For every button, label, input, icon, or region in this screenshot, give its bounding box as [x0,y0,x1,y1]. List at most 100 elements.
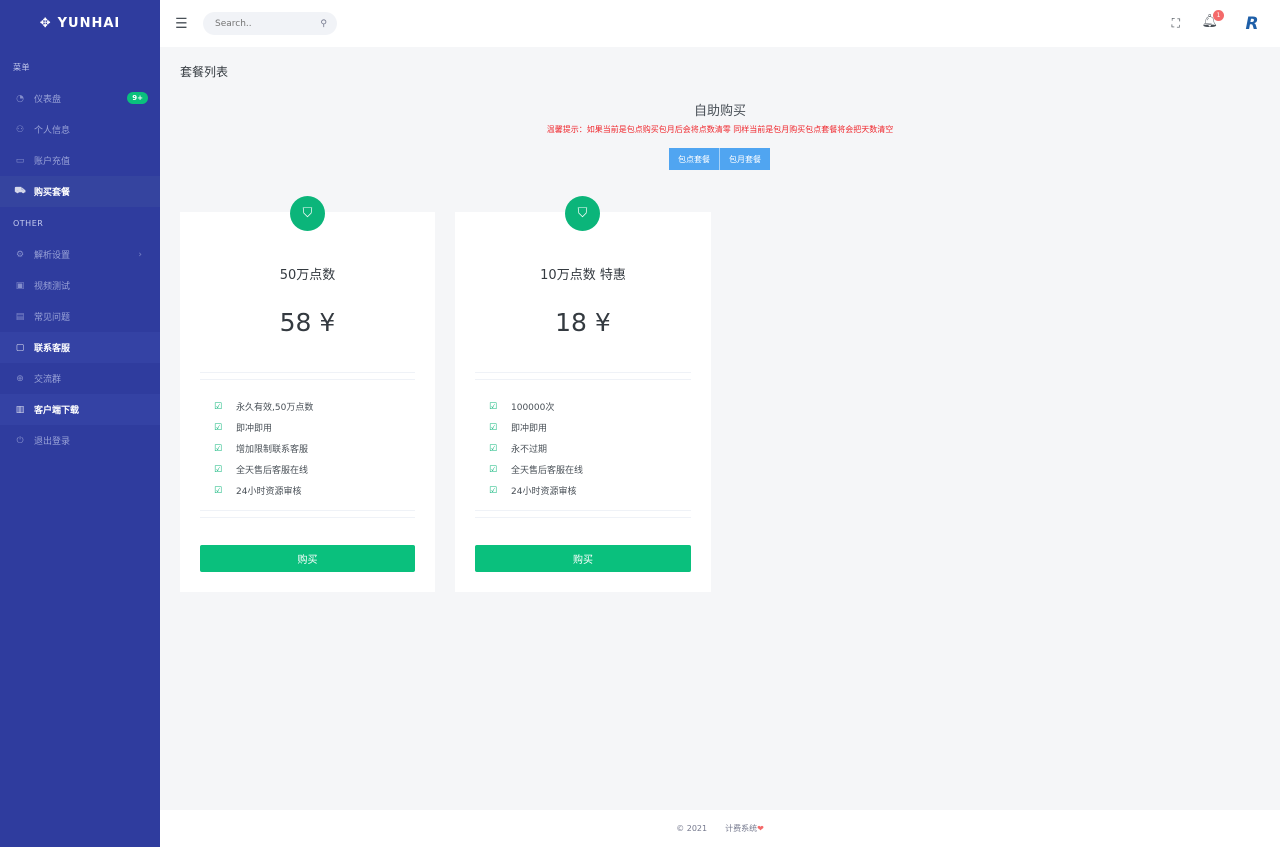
list-item: ☑ 全天售后客服在线 [214,459,313,480]
check-square-icon: ☑ [489,464,498,475]
notification-count-badge: 1 [1213,10,1224,21]
list-item: ☑ 24小时资源审核 [214,480,313,501]
feature-text: 永不过期 [511,445,548,455]
divider [475,379,691,380]
divider [475,510,691,511]
shield-icon: ⛉ [565,196,600,231]
fullscreen-icon[interactable]: ⛶ [1172,16,1180,31]
other-section-title: OTHER [13,218,44,228]
feature-text: 即冲即用 [511,424,548,434]
feature-text: 100000次 [511,403,555,413]
check-square-icon: ☑ [214,401,223,412]
book-icon: ▤ [15,311,25,322]
plan-tabs: 包点套餐 包月套餐 [669,148,770,170]
avatar[interactable]: R [1240,12,1264,36]
group-icon: ⊕ [16,373,24,384]
section-title: 自助购买 [693,104,746,119]
dashboard-icon: ◔ [16,93,24,104]
sidebar-item-label: 解析设置 [34,251,71,261]
sidebar-item-group[interactable]: ⊕ 交流群 [0,363,160,394]
list-item: ☑ 100000次 [489,396,583,417]
sidebar-item-label: 购买套餐 [34,188,71,198]
divider [200,379,415,380]
list-item: ☑ 即冲即用 [489,417,583,438]
brand-logo[interactable]: ✥ YUNHAI [0,0,160,47]
chevron-right-icon: › [138,249,142,260]
plan-price: 58 ¥ [279,308,336,337]
list-item: ☑ 24小时资源审核 [489,480,583,501]
feature-text: 永久有效,50万点数 [236,403,314,413]
sidebar-item-logout[interactable]: ⏻ 退出登录 [0,425,160,456]
feature-text: 24小时资源审核 [236,487,302,497]
sidebar-item-profile[interactable]: ⚇ 个人信息 [0,114,160,145]
check-square-icon: ☑ [489,422,498,433]
search-icon[interactable]: ⚲ [320,19,327,29]
divider [200,510,415,511]
tab-points-plan[interactable]: 包点套餐 [669,148,719,170]
plan-name: 50万点数 [279,268,336,283]
menu-section-title: 菜单 [13,62,30,72]
divider [200,517,415,518]
page-title: 套餐列表 [180,65,229,79]
feature-text: 全天售后客服在线 [511,466,584,476]
check-square-icon: ☑ [214,464,223,475]
sidebar-item-dashboard[interactable]: ◔ 仪表盘 9+ [0,83,160,114]
cart-icon: ⛟ [14,186,26,196]
search-input[interactable] [215,18,315,29]
card-icon: ▭ [15,155,25,166]
feature-text: 24小时资源审核 [511,487,577,497]
chat-icon: ▢ [15,342,25,353]
check-square-icon: ☑ [214,443,223,454]
list-item: ☑ 即冲即用 [214,417,313,438]
sidebar-item-label: 联系客服 [34,344,71,354]
system-name: 计费系统❤ [725,823,764,834]
sidebar-item-faq[interactable]: ▤ 常见问题 [0,301,160,332]
file-icon: ▥ [15,404,25,415]
notification-button[interactable]: 🔔︎ 1 [1201,10,1224,29]
topbar: ☰ ⚲ ⛶ 🔔︎ 1 R [160,0,1280,47]
sidebar: ✥ YUNHAI 菜单 ◔ 仪表盘 9+ ⚇ 个人信息 ▭ 账户充值 ⛟ 购买套… [0,0,160,847]
brand-name: YUNHAI [57,16,121,31]
list-item: ☑ 全天售后客服在线 [489,459,583,480]
sidebar-item-label: 退出登录 [34,437,71,447]
check-square-icon: ☑ [489,401,498,412]
sidebar-item-label: 常见问题 [34,313,71,323]
settings-icon: ⚙ [15,249,25,260]
search-box[interactable]: ⚲ [203,12,337,35]
footer: © 2021 计费系统❤ [160,810,1280,847]
sidebar-item-video-test[interactable]: ▣ 视频测试 [0,270,160,301]
list-item: ☑ 永久有效,50万点数 [214,396,313,417]
plan-name: 10万点数 特惠 [540,268,626,283]
sidebar-item-contact-support[interactable]: ▢ 联系客服 [0,332,160,363]
buy-button[interactable]: 购买 [475,545,691,572]
copyright-text: © 2021 [676,824,708,833]
sidebar-item-parse-settings[interactable]: ⚙ 解析设置 › [0,239,160,270]
sidebar-item-client-download[interactable]: ▥ 客户端下载 [0,394,160,425]
tab-monthly-plan[interactable]: 包月套餐 [719,148,770,170]
video-icon: ▣ [15,280,25,291]
check-square-icon: ☑ [489,443,498,454]
sidebar-item-label: 个人信息 [34,126,71,136]
check-square-icon: ☑ [214,485,223,496]
plan-price: 18 ¥ [555,308,611,337]
notification-badge: 9+ [127,92,148,104]
list-item: ☑ 永不过期 [489,438,583,459]
power-icon: ⏻ [16,435,24,446]
menu-icon[interactable]: ☰ [175,16,191,32]
buy-button[interactable]: 购买 [200,545,415,572]
move-icon: ✥ [39,16,52,31]
divider [475,517,691,518]
divider [475,372,691,373]
feature-text: 增加限制联系客服 [236,445,309,455]
user-icon: ⚇ [15,124,25,135]
divider [200,372,415,373]
heart-icon: ❤ [757,824,764,833]
feature-list: ☑ 100000次 ☑ 即冲即用 ☑ 永不过期 ☑ 全天售后客服在线 ☑ 24小时资源审核 [489,396,583,501]
check-square-icon: ☑ [489,485,498,496]
sidebar-item-label: 账户充值 [34,157,71,167]
sidebar-item-label: 交流群 [34,375,62,385]
sidebar-item-label: 客户端下载 [34,406,80,416]
sidebar-item-recharge[interactable]: ▭ 账户充值 [0,145,160,176]
system-name-text: 计费系统 [725,824,758,833]
sidebar-item-buy-plan[interactable]: ⛟ 购买套餐 [0,176,160,207]
